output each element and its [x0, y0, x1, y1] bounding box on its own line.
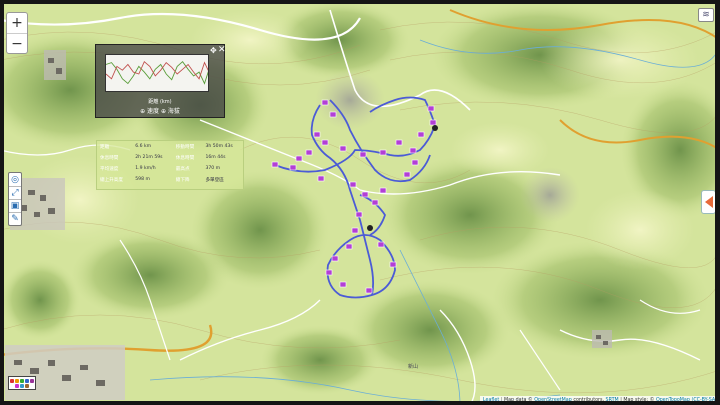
leaflet-link[interactable]: Leaflet	[483, 398, 499, 403]
license-link[interactable]: (CC-BY-SA)	[691, 398, 717, 403]
opentopomap-link[interactable]: OpenTopoMap	[656, 398, 690, 403]
elevation-panel: ✥ ✕ 距離 (km) ⊕ 速度 ⊕ 海拔	[95, 44, 226, 118]
stat-value: 370 m	[205, 166, 221, 171]
map-tools: ◎ ⤢ ▣ ✎	[8, 172, 22, 226]
stat-value: 598 m	[135, 177, 150, 182]
stat-label: 平均速度	[100, 166, 119, 172]
stat-value: 多單登區	[205, 177, 224, 183]
move-icon[interactable]: ✥	[210, 46, 217, 55]
zoom-out-button[interactable]: −	[7, 33, 27, 53]
stat-value: 6.6 km	[135, 144, 152, 149]
osm-link[interactable]: OpenStreetMap	[534, 398, 572, 403]
stat-label: 總上升高度	[100, 177, 123, 183]
stat-label: 休息時間	[100, 155, 119, 161]
measure-icon[interactable]: ✎	[9, 212, 21, 225]
stat-label: 休息時間	[175, 155, 195, 161]
track-end-marker	[367, 225, 373, 231]
srtm-link[interactable]: SRTM	[606, 398, 619, 403]
app-logo[interactable]	[8, 376, 36, 390]
stats-row: 平均速度 1.9 km/h 最高点 370 m	[97, 163, 243, 174]
track-stats-panel: 距離 6.6 km 移動時間 3h 50m 43s 休息時間 2h 21m 59s 休息時間…	[96, 140, 244, 190]
stat-label: 最高点	[175, 166, 190, 172]
map-style-text: | Map style: ©	[620, 398, 655, 403]
stat-value: 16m 44s	[205, 155, 226, 160]
sidebar-toggle-button[interactable]	[701, 190, 716, 214]
map-attribution: Leaflet | Map data © OpenStreetMap contr…	[479, 396, 720, 405]
zoom-in-button[interactable]: +	[7, 13, 27, 33]
contributors-text: contributors,	[573, 398, 605, 403]
locate-icon[interactable]: ◎	[9, 173, 21, 186]
stat-label: 距離	[100, 144, 110, 150]
stats-table: 距離 6.6 km 移動時間 3h 50m 43s 休息時間 2h 21m 59s 休息時間…	[97, 141, 243, 185]
stat-value: 2h 21m 59s	[135, 155, 163, 160]
elevation-chart	[105, 54, 209, 92]
stats-row: 總上升高度 598 m 總下降 多單登區	[97, 174, 243, 185]
stat-value: 1.9 km/h	[135, 166, 156, 171]
map-data-text: Map data ©	[503, 398, 533, 403]
stat-label: 總下降	[175, 177, 190, 183]
elevation-xlabel: 距離 (km)	[148, 99, 172, 105]
stats-row: 距離 6.6 km 移動時間 3h 50m 43s	[97, 141, 243, 152]
fullscreen-icon[interactable]: ⤢	[9, 186, 21, 199]
elevation-chart-svg	[106, 60, 208, 85]
close-icon[interactable]: ✕	[218, 45, 226, 55]
layers-button[interactable]: ≋	[698, 8, 714, 22]
place-label: 新山	[408, 363, 418, 370]
track-start-marker	[432, 125, 438, 131]
elevation-legend[interactable]: ⊕ 速度 ⊕ 海拔	[96, 106, 224, 115]
zoom-control: + −	[6, 12, 28, 54]
save-icon[interactable]: ▣	[9, 199, 21, 212]
stat-value: 3h 50m 43s	[205, 144, 233, 149]
stats-row: 休息時間 2h 21m 59s 休息時間 16m 44s	[97, 152, 243, 163]
layers-icon: ≋	[702, 10, 710, 20]
stat-label: 移動時間	[175, 144, 195, 150]
topo-map[interactable]: 新山 + − ◎ ⤢ ▣ ✎ ≋ ✥ ✕ 距離 (km) ⊕ 速度 ⊕ 海拔 距…	[0, 0, 720, 405]
triangle-left-icon	[704, 196, 713, 208]
